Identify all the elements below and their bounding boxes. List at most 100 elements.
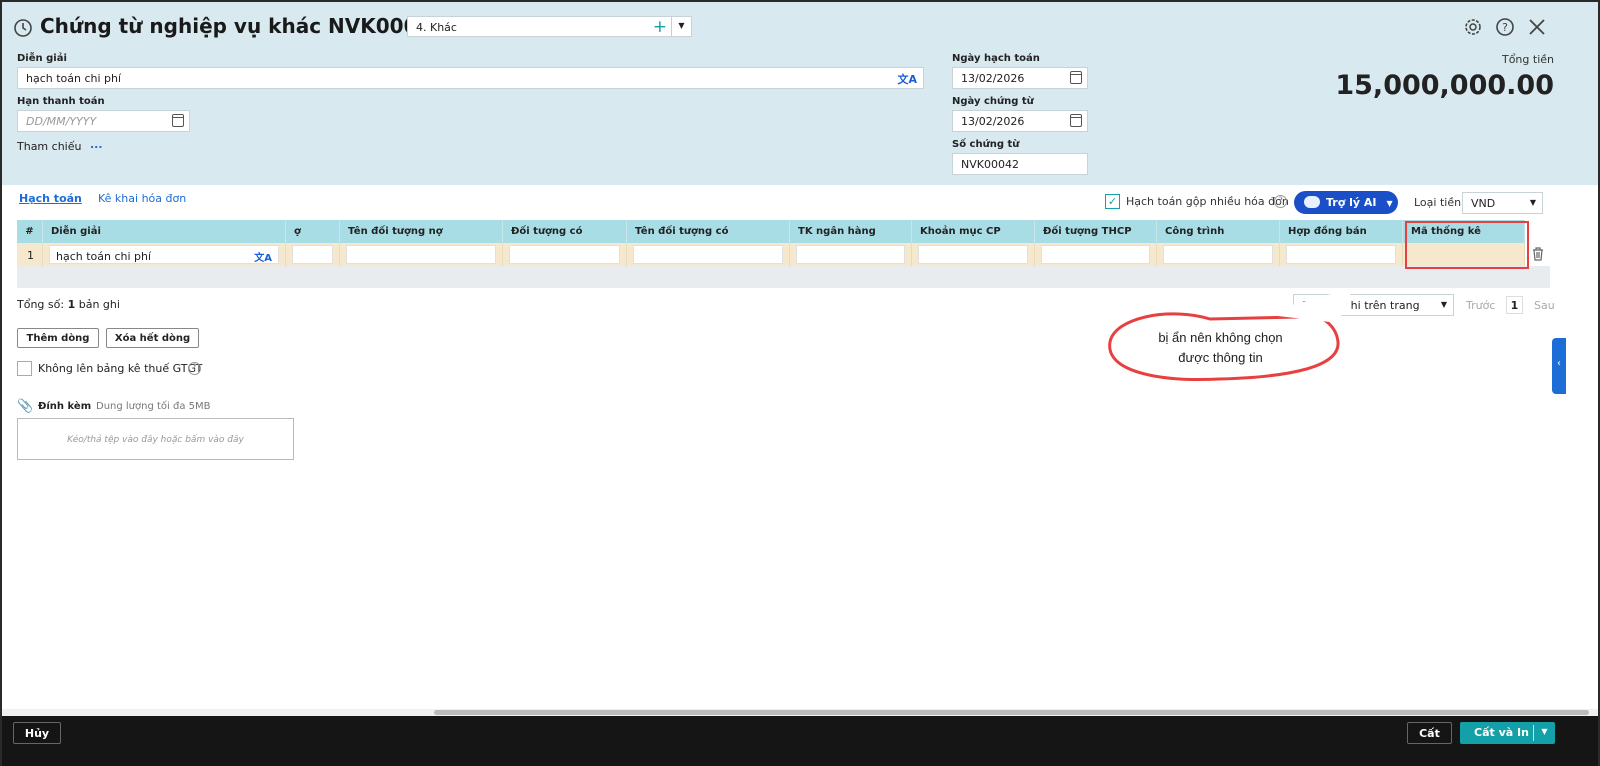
- row-number: 1: [27, 249, 34, 262]
- calendar-icon[interactable]: [172, 114, 184, 127]
- help-icon[interactable]: ?: [1495, 17, 1515, 37]
- callout-bubble: [1108, 288, 1350, 381]
- help-icon[interactable]: ?: [188, 362, 201, 375]
- tab-ke-khai-hoa-don[interactable]: Kê khai hóa đơn: [98, 192, 186, 205]
- table-cell[interactable]: [286, 243, 340, 266]
- clear-rows-button[interactable]: Xóa hết dòng: [106, 328, 199, 348]
- save-print-button[interactable]: Cất và In ▼: [1460, 722, 1555, 744]
- highlight-box: [1405, 221, 1529, 269]
- currency-select[interactable]: VND ▼: [1462, 192, 1543, 214]
- column-header: TK ngân hàng: [790, 220, 912, 243]
- scrollbar-thumb[interactable]: [434, 710, 1589, 715]
- type-select[interactable]: 4. Khác + ▼: [407, 16, 692, 37]
- ngay-ct-input[interactable]: 13/02/2026: [952, 110, 1088, 132]
- column-header: ợ: [286, 220, 340, 243]
- column-header: Công trình: [1157, 220, 1280, 243]
- robot-icon: [1304, 196, 1320, 208]
- currency-value: VND: [1471, 197, 1496, 210]
- table-cell[interactable]: [340, 243, 503, 266]
- type-select-value: 4. Khác: [416, 21, 457, 34]
- add-row-button[interactable]: Thêm dòng: [17, 328, 99, 348]
- so-ct-value: NVK00042: [961, 158, 1019, 171]
- chevron-down-icon[interactable]: ▼: [1533, 725, 1555, 741]
- cell-input[interactable]: [346, 245, 496, 264]
- tab-hach-toan[interactable]: Hạch toán: [19, 192, 82, 205]
- cell-input[interactable]: [918, 245, 1028, 264]
- ngay-ht-value: 13/02/2026: [961, 72, 1025, 85]
- column-header: Hợp đồng bán: [1280, 220, 1403, 243]
- table-cell[interactable]: [912, 243, 1035, 266]
- no-vat-checkbox[interactable]: [17, 361, 32, 376]
- cell-input[interactable]: [796, 245, 905, 264]
- cell-input[interactable]: [633, 245, 783, 264]
- callout-text: bị ẩn nên không chọn được thông tin: [1113, 328, 1328, 368]
- horizontal-scrollbar[interactable]: [2, 709, 1598, 716]
- column-header: Đối tượng THCP: [1035, 220, 1157, 243]
- han-tt-placeholder: DD/MM/YYYY: [26, 115, 97, 128]
- no-vat-label: Không lên bảng kê thuế GTGT: [38, 362, 203, 375]
- chevron-down-icon: ▼: [1386, 199, 1393, 208]
- total-label: Tổng tiền: [1501, 53, 1554, 66]
- chevron-down-icon: ▼: [1440, 300, 1447, 309]
- file-drop-zone[interactable]: Kéo/thả tệp vào đây hoặc bấm vào đây: [17, 418, 294, 460]
- total-value: 15,000,000.00: [1335, 70, 1554, 101]
- column-header: Tên đối tượng có: [627, 220, 790, 243]
- chevron-down-icon[interactable]: ▼: [671, 17, 691, 36]
- dien-giai-input[interactable]: hạch toán chi phí 文A: [17, 67, 924, 89]
- column-header: Khoản mục CP: [912, 220, 1035, 243]
- ngay-ct-value: 13/02/2026: [961, 115, 1025, 128]
- side-panel-toggle[interactable]: ‹: [1552, 338, 1566, 394]
- cancel-button[interactable]: Hủy: [13, 722, 61, 744]
- translate-icon[interactable]: 文A: [897, 71, 917, 87]
- so-ct-input[interactable]: NVK00042: [952, 153, 1088, 175]
- ngay-ht-label: Ngày hạch toán: [952, 53, 1040, 64]
- table-cell[interactable]: [627, 243, 790, 266]
- column-header: Đối tượng có: [503, 220, 627, 243]
- ngay-ct-label: Ngày chứng từ: [952, 96, 1034, 107]
- total-suffix: bản ghi: [75, 298, 120, 311]
- save-print-label: Cất và In: [1474, 726, 1529, 739]
- history-icon[interactable]: [12, 17, 34, 39]
- cell-value: hạch toán chi phí: [56, 250, 152, 263]
- callout-line1: bị ẩn nên không chọn: [1158, 330, 1283, 345]
- plus-icon[interactable]: +: [653, 17, 667, 37]
- paperclip-icon: 📎: [17, 399, 34, 414]
- column-header: Diễn giải: [43, 220, 286, 243]
- close-icon[interactable]: [1528, 18, 1546, 36]
- han-tt-input[interactable]: DD/MM/YYYY: [17, 110, 190, 132]
- currency-label: Loại tiền: [1414, 196, 1462, 209]
- save-button[interactable]: Cất: [1407, 722, 1452, 744]
- calendar-icon[interactable]: [1070, 71, 1082, 84]
- attach-label: Đính kèm: [38, 401, 92, 412]
- dien-giai-value: hạch toán chi phí: [26, 72, 122, 85]
- ngay-ht-input[interactable]: 13/02/2026: [952, 67, 1088, 89]
- tham-chieu-more[interactable]: ...: [90, 138, 103, 151]
- table-cell[interactable]: hạch toán chi phí 文A: [43, 243, 286, 266]
- cell-input[interactable]: [509, 245, 620, 264]
- so-ct-label: Số chứng từ: [952, 139, 1020, 150]
- translate-icon[interactable]: 文A: [254, 249, 272, 264]
- attach-hint: Dung lượng tối đa 5MB: [96, 401, 211, 412]
- cell-input[interactable]: hạch toán chi phí 文A: [49, 245, 279, 264]
- table-cell[interactable]: [790, 243, 912, 266]
- table-cell[interactable]: [503, 243, 627, 266]
- ai-assistant-button[interactable]: Trợ lý AI ▼: [1294, 191, 1398, 214]
- trash-icon[interactable]: [1531, 246, 1545, 262]
- table-cell: 1: [17, 243, 43, 266]
- page-title: Chứng từ nghiệp vụ khác NVK00042: [40, 14, 446, 38]
- next-page[interactable]: Sau: [1534, 299, 1555, 312]
- prev-page[interactable]: Trước: [1466, 299, 1495, 312]
- total-prefix: Tổng số:: [17, 298, 68, 311]
- gop-label: Hạch toán gộp nhiều hóa đơn: [1126, 195, 1289, 208]
- cell-input[interactable]: [292, 245, 333, 264]
- page-number[interactable]: 1: [1506, 296, 1523, 314]
- total-records: Tổng số: 1 bản ghi: [17, 298, 120, 311]
- tham-chieu-label: Tham chiếu: [17, 140, 82, 153]
- gear-icon[interactable]: [1463, 17, 1483, 37]
- callout-line2: được thông tin: [1178, 350, 1263, 365]
- chevron-down-icon: ▼: [1529, 198, 1536, 207]
- calendar-icon[interactable]: [1070, 114, 1082, 127]
- action-bar: [0, 716, 1600, 766]
- help-icon[interactable]: ?: [1274, 195, 1287, 208]
- gop-checkbox[interactable]: ✓: [1105, 194, 1120, 209]
